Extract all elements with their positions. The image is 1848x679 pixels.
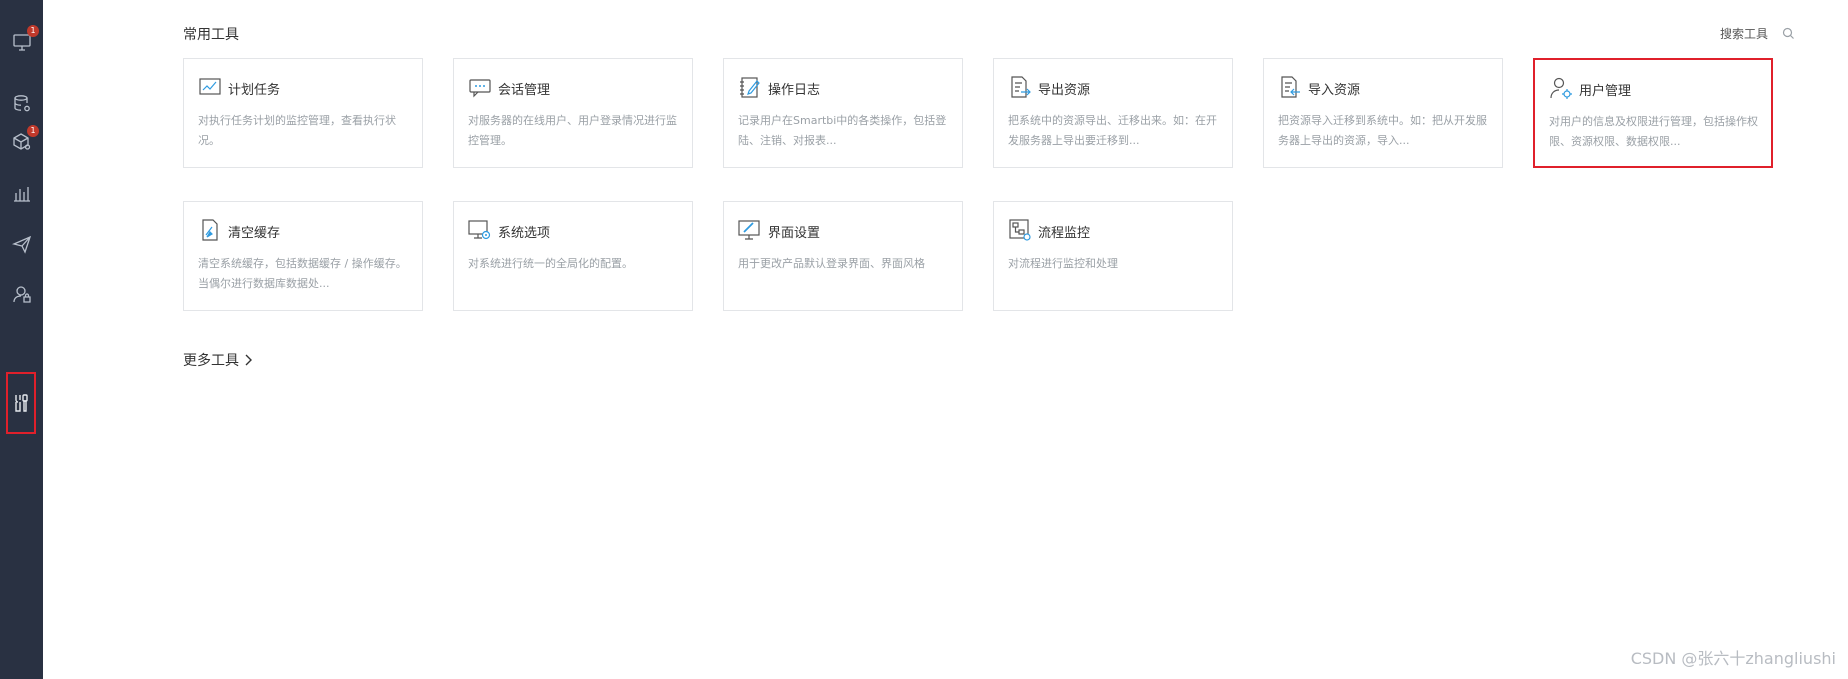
chat-icon <box>468 75 492 99</box>
notification-badge: 1 <box>27 125 39 137</box>
card-clear-cache[interactable]: 清空缓存 清空系统缓存，包括数据缓存 / 操作缓存。当偶尔进行数据库数据处... <box>183 201 423 311</box>
line-chart-icon <box>198 75 222 99</box>
card-title: 流程监控 <box>1038 226 1091 241</box>
sidebar: 1 1 <box>0 0 43 679</box>
tools-icon <box>15 394 28 412</box>
card-title: 系统选项 <box>498 226 551 241</box>
card-description: 用于更改产品默认登录界面、界面风格 <box>738 257 925 270</box>
card-title: 计划任务 <box>228 83 281 98</box>
user-settings-icon <box>1549 76 1573 100</box>
card-title: 导入资源 <box>1308 83 1361 98</box>
nav-monitor[interactable]: 1 <box>0 20 43 64</box>
card-description: 记录用户在Smartbi中的各类操作，包括登陆、注销、对报表... <box>738 114 947 147</box>
monitor-brush-icon <box>738 218 762 242</box>
nav-tools[interactable] <box>6 372 36 434</box>
card-interface-settings[interactable]: 界面设置 用于更改产品默认登录界面、界面风格 <box>723 201 963 311</box>
card-process-monitoring[interactable]: 流程监控 对流程进行监控和处理 <box>993 201 1233 311</box>
card-description: 清空系统缓存，包括数据缓存 / 操作缓存。当偶尔进行数据库数据处... <box>198 257 407 290</box>
nav-analysis[interactable] <box>0 172 43 216</box>
more-tools-link[interactable]: 更多工具 <box>183 350 253 370</box>
card-scheduled-tasks[interactable]: 计划任务 对执行任务计划的监控管理，查看执行状况。 <box>183 58 423 168</box>
card-operation-log[interactable]: 操作日志 记录用户在Smartbi中的各类操作，包括登陆、注销、对报表... <box>723 58 963 168</box>
card-session-management[interactable]: 会话管理 对服务器的在线用户、用户登录情况进行监控管理。 <box>453 58 693 168</box>
user-lock-icon <box>12 286 31 303</box>
card-export-resources[interactable]: 导出资源 把系统中的资源导出、迁移出来。如：在开发服务器上导出要迁移到... <box>993 58 1233 168</box>
chevron-right-icon <box>245 354 252 366</box>
nav-publish[interactable] <box>0 222 43 266</box>
card-description: 对系统进行统一的全局化的配置。 <box>468 257 633 270</box>
card-user-management[interactable]: 用户管理 对用户的信息及权限进行管理，包括操作权限、资源权限、数据权限... <box>1533 58 1773 168</box>
card-description: 对用户的信息及权限进行管理，包括操作权限、资源权限、数据权限... <box>1549 115 1758 148</box>
card-description: 把资源导入迁移到系统中。如：把从开发服务器上导出的资源，导入... <box>1278 114 1487 147</box>
card-description: 对服务器的在线用户、用户登录情况进行监控管理。 <box>468 114 677 147</box>
section-title: 常用工具 <box>183 27 239 43</box>
card-description: 对执行任务计划的监控管理，查看执行状况。 <box>198 114 396 147</box>
card-title: 界面设置 <box>768 226 821 241</box>
search-label[interactable]: 搜索工具 <box>1720 25 1768 42</box>
card-title: 导出资源 <box>1038 83 1091 98</box>
monitor-gear-icon <box>468 218 492 242</box>
card-description: 对流程进行监控和处理 <box>1008 257 1118 270</box>
card-title: 操作日志 <box>768 83 821 98</box>
card-description: 把系统中的资源导出、迁移出来。如：在开发服务器上导出要迁移到... <box>1008 114 1217 147</box>
nav-permissions[interactable] <box>0 272 43 316</box>
paper-plane-icon <box>11 235 31 254</box>
document-export-icon <box>1008 75 1032 99</box>
search-tools[interactable]: 搜索工具 <box>1720 25 1795 42</box>
nav-cube[interactable]: 1 <box>0 120 43 164</box>
card-import-resources[interactable]: 导入资源 把资源导入迁移到系统中。如：把从开发服务器上导出的资源，导入... <box>1263 58 1503 168</box>
bar-chart-icon <box>13 187 30 202</box>
notification-badge: 1 <box>27 25 39 37</box>
flowchart-gear-icon <box>1008 218 1032 242</box>
broom-document-icon <box>198 218 222 242</box>
database-settings-icon <box>13 95 30 112</box>
card-title: 会话管理 <box>498 83 551 98</box>
card-system-options[interactable]: 系统选项 对系统进行统一的全局化的配置。 <box>453 201 693 311</box>
card-title: 清空缓存 <box>228 226 281 241</box>
watermark: CSDN @张六十zhangliushi <box>1630 649 1836 668</box>
document-import-icon <box>1278 75 1302 99</box>
card-title: 用户管理 <box>1579 84 1632 99</box>
search-icon[interactable] <box>1782 27 1795 40</box>
notebook-pencil-icon <box>738 75 762 99</box>
more-tools-label[interactable]: 更多工具 <box>183 350 239 370</box>
